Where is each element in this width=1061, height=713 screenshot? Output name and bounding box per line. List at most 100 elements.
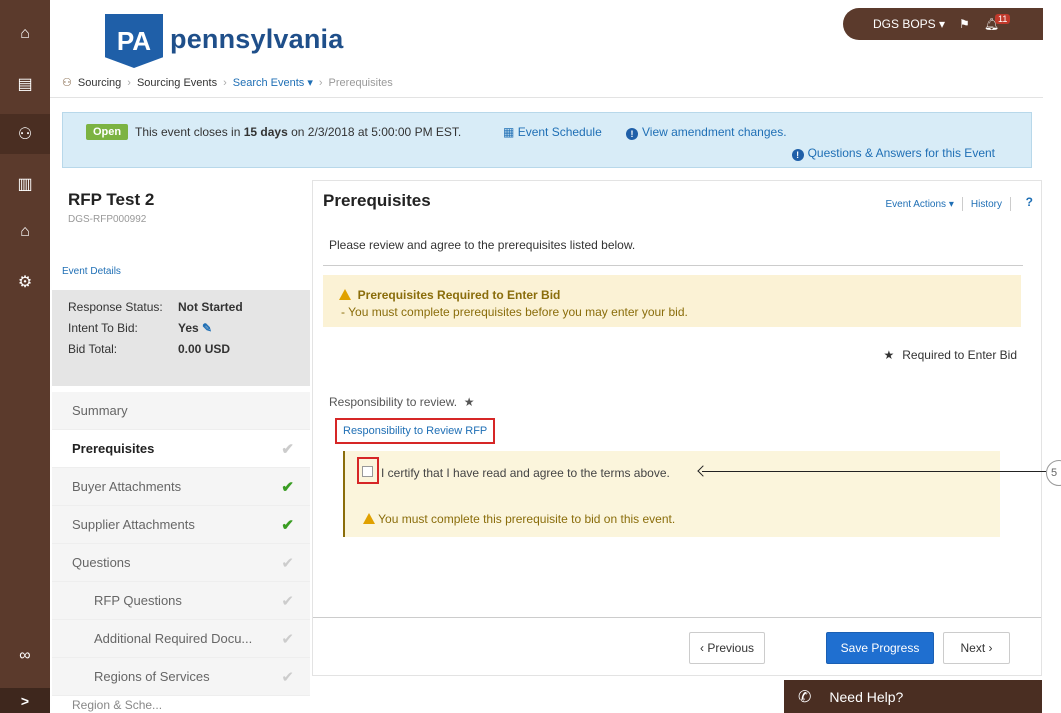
breadcrumb-sourcing-events[interactable]: Sourcing Events — [137, 77, 217, 89]
glasses-icon[interactable]: ∞ — [0, 636, 50, 676]
breadcrumb-separator: › — [223, 76, 227, 89]
bid-total-label: Bid Total: — [68, 342, 118, 356]
close-notice-suffix: on 2/3/2018 at 5:00:00 PM EST. — [291, 125, 462, 139]
previous-button[interactable]: ‹ Previous — [689, 632, 765, 664]
close-notice: This event closes in 15 days on 2/3/2018… — [135, 125, 461, 139]
intent-value: Yes — [178, 321, 199, 335]
left-rail: ⌂ ▤ ⚇ ▥ ⌂ ⚙ ∞ > — [0, 0, 50, 713]
check-icon: ✔ — [281, 440, 294, 458]
next-button[interactable]: Next › — [943, 632, 1010, 664]
event-status-banner: Open This event closes in 15 days on 2/3… — [62, 112, 1032, 168]
certify-box: I certify that I have read and agree to … — [343, 451, 1000, 537]
vendor-icon[interactable]: ⌂ — [0, 212, 50, 252]
event-title: RFP Test 2 — [68, 190, 155, 209]
help-button[interactable]: ? — [1026, 195, 1033, 209]
divider — [1010, 197, 1011, 211]
nav-item[interactable]: RFP Questions ✔ — [52, 582, 310, 620]
breadcrumb-prerequisites: Prerequisites — [328, 76, 393, 89]
breadcrumb-divider — [50, 97, 1043, 98]
nav-item-label: Regions of Services — [94, 669, 210, 684]
logo-text: pennsylvania — [170, 24, 344, 54]
flag-icon[interactable]: ⚑ — [959, 17, 970, 31]
event-details-link[interactable]: Event Details — [62, 266, 121, 277]
breadcrumb-sourcing[interactable]: Sourcing — [78, 77, 121, 89]
need-help-label: Need Help? — [829, 688, 904, 705]
nav-item[interactable]: Buyer Attachments ✔ — [52, 468, 310, 506]
footer-divider — [313, 617, 1041, 618]
warning-icon — [363, 513, 375, 524]
certify-checkbox-highlight — [357, 457, 379, 484]
responsibility-label-text: Responsibility to review. — [329, 395, 458, 409]
info-icon: ! — [791, 149, 804, 161]
star-icon: ★ — [463, 395, 475, 409]
nav-item-label: RFP Questions — [94, 593, 182, 608]
bell-icon[interactable]: 🔔︎11 — [984, 14, 1015, 31]
status-badge: Open — [86, 124, 129, 140]
event-schedule-label: Event Schedule — [517, 125, 602, 139]
qa-label: Questions & Answers for this Event — [807, 146, 995, 160]
nav-item-label: Buyer Attachments — [72, 479, 182, 494]
callout-arrow-line — [702, 471, 1046, 472]
breadcrumb: ⚇ Sourcing › Sourcing Events › Search Ev… — [62, 76, 393, 90]
nav-item-label: Supplier Attachments — [72, 517, 195, 532]
nav-item-label: Summary — [72, 403, 128, 418]
analytics-icon[interactable]: ▥ — [0, 164, 50, 204]
check-icon: ✔ — [281, 668, 294, 686]
warning-icon — [339, 289, 351, 300]
info-icon: ! — [626, 128, 638, 140]
required-legend-text: Required to Enter Bid — [902, 348, 1017, 362]
header: PA pennsylvania DGS BOPS ▾ ⚑ 🔔︎11 — [50, 0, 1043, 70]
save-progress-button[interactable]: Save Progress — [826, 632, 934, 664]
nav-item[interactable]: Summary — [52, 392, 310, 430]
event-actions-menu[interactable]: Event Actions ▾ — [885, 199, 953, 210]
documents-icon[interactable]: ▤ — [0, 64, 50, 104]
event-nav: Summary Prerequisites ✔ Buyer Attachments ✔ S… — [52, 392, 310, 696]
warning-subtext: - You must complete prerequisites before… — [341, 305, 688, 319]
check-icon: ✔ — [281, 630, 294, 648]
event-schedule-link[interactable]: ▦ Event Schedule — [503, 125, 602, 139]
history-link[interactable]: History — [971, 199, 1002, 210]
breadcrumb-separator: › — [318, 76, 323, 89]
intro-text: Please review and agree to the prerequis… — [329, 238, 636, 252]
amendment-link[interactable]: ! View amendment changes. — [626, 125, 787, 140]
check-icon: ✔ — [281, 516, 294, 534]
sourcing-icon[interactable]: ⚇ — [0, 114, 50, 154]
user-bar: DGS BOPS ▾ ⚑ 🔔︎11 — [843, 8, 1043, 40]
warning-title: Prerequisites Required to Enter Bid — [339, 288, 560, 302]
callout-marker: 5 — [1046, 460, 1061, 486]
response-status-label: Response Status: — [68, 300, 163, 314]
user-menu[interactable]: DGS BOPS ▾ — [873, 17, 945, 31]
intro-divider — [323, 265, 1023, 266]
nav-item-faded[interactable]: Region & Sche... — [52, 698, 310, 713]
nav-item[interactable]: Regions of Services ✔ — [52, 658, 310, 696]
responsibility-link[interactable]: Responsibility to Review RFP — [335, 418, 496, 444]
nav-item[interactable]: Questions ✔ — [52, 544, 310, 582]
certify-checkbox[interactable] — [362, 466, 373, 477]
pencil-icon[interactable]: ✎ — [202, 321, 212, 335]
main-panel: Prerequisites Event Actions ▾ History ? … — [312, 180, 1042, 676]
certify-warning-text: You must complete this prerequisite to b… — [378, 512, 676, 526]
bid-total-row: Bid Total: 0.00 USD — [68, 342, 230, 356]
amendment-label: View amendment changes. — [642, 125, 787, 139]
divider — [961, 197, 963, 211]
notification-badge: 11 — [995, 14, 1011, 24]
bid-total-value: 0.00 USD — [178, 342, 231, 356]
user-name: DGS BOPS — [873, 17, 936, 31]
nav-item[interactable]: Prerequisites ✔ — [52, 430, 310, 468]
expand-rail-button[interactable]: > — [0, 688, 50, 713]
nav-item[interactable]: Additional Required Docu... ✔ — [52, 620, 310, 658]
breadcrumb-separator: › — [127, 76, 131, 89]
breadcrumb-search-events[interactable]: Search Events ▾ — [233, 76, 313, 89]
sourcing-icon: ⚇ — [62, 77, 72, 89]
need-help-bar[interactable]: ✆ Need Help? — [784, 680, 1042, 713]
check-icon: ✔ — [281, 592, 294, 610]
pa-logo-mark: PA — [105, 14, 163, 68]
qa-link[interactable]: ! Questions & Answers for this Event — [791, 146, 995, 161]
home-icon[interactable]: ⌂ — [0, 14, 50, 54]
intent-row: Intent To Bid: Yes ✎ — [68, 321, 212, 335]
settings-icon[interactable]: ⚙ — [0, 262, 50, 302]
response-status-row: Response Status: Not Started — [68, 300, 243, 314]
nav-item[interactable]: Supplier Attachments ✔ — [52, 506, 310, 544]
page-title: Prerequisites — [323, 191, 431, 210]
nav-item-label: Additional Required Docu... — [94, 631, 253, 646]
